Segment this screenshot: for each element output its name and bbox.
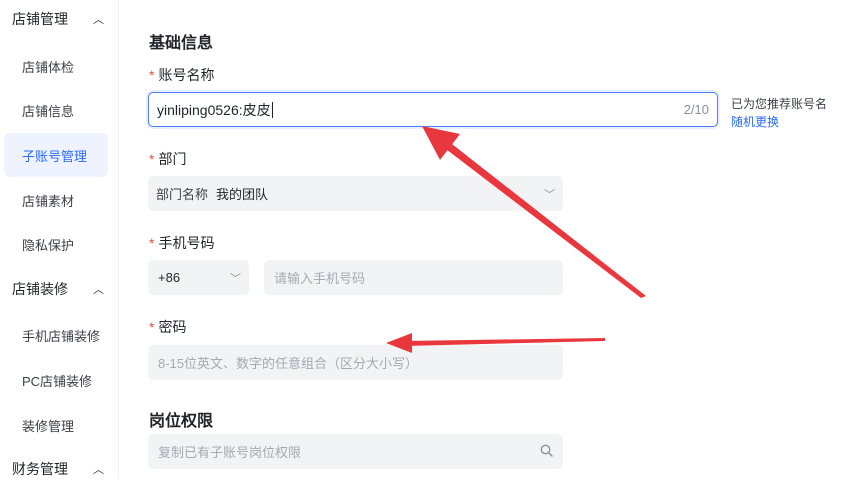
sidebar-item-store-checkup[interactable]: 店铺体检 xyxy=(4,44,108,88)
section-title-permissions: 岗位权限 xyxy=(149,413,214,430)
field-label-password: * 密码 xyxy=(149,317,186,337)
chevron-down-icon: ﹀ xyxy=(230,272,241,285)
suggest-hint: 已为您推荐账号名 xyxy=(731,97,828,111)
sidebar-item-label: 子账号管理 xyxy=(22,148,88,164)
select-value: 我的团队 xyxy=(216,187,269,202)
sidebar-item-label: 店铺信息 xyxy=(22,103,75,119)
chevron-up-icon: ︿ xyxy=(93,464,104,476)
sidebar-item-mobile-decoration[interactable]: 手机店铺装修 xyxy=(4,313,108,357)
random-change-link[interactable]: 随机更换 xyxy=(731,113,779,130)
required-star: * xyxy=(149,67,155,83)
sidebar-group-store-decoration[interactable]: 店铺装修 ︿ xyxy=(12,277,112,301)
text-caret xyxy=(271,101,273,118)
permission-search-placeholder: 复制已有子账号岗位权限 xyxy=(158,445,302,460)
field-label-department: * 部门 xyxy=(149,149,186,169)
section-title-basic-info: 基础信息 xyxy=(149,35,214,52)
sidebar-item-label: 店铺素材 xyxy=(22,193,75,209)
permission-search-input[interactable]: 复制已有子账号岗位权限 xyxy=(148,434,563,469)
sidebar-group-label: 店铺管理 xyxy=(12,11,68,27)
select-prefix: 部门名称 xyxy=(156,187,209,202)
sidebar-item-privacy[interactable]: 隐私保护 xyxy=(4,222,108,266)
label-text: 部门 xyxy=(158,151,187,167)
phone-placeholder: 请输入手机号码 xyxy=(274,271,366,286)
char-counter: 2/10 xyxy=(683,102,709,117)
required-star: * xyxy=(149,319,155,335)
annotation-arrows xyxy=(386,126,646,353)
sidebar-item-store-assets[interactable]: 店铺素材 xyxy=(4,178,108,222)
password-input[interactable]: 8-15位英文、数字的任意组合（区分大小写） xyxy=(148,345,563,380)
account-name-value: yinliping0526:皮皮 xyxy=(157,101,271,118)
department-select[interactable]: 部门名称 我的团队 ﹀ xyxy=(148,176,563,211)
label-text: 手机号码 xyxy=(158,235,215,251)
sidebar-item-pc-decoration[interactable]: PC店铺装修 xyxy=(4,358,108,402)
chevron-up-icon: ︿ xyxy=(93,284,104,296)
sidebar-item-label: 手机店铺装修 xyxy=(22,328,101,344)
sidebar-group-store-management[interactable]: 店铺管理 ︿ xyxy=(12,7,112,31)
field-label-account-name: * 账号名称 xyxy=(149,65,214,85)
sidebar-item-label: 装修管理 xyxy=(22,418,75,434)
sidebar-item-decoration-management[interactable]: 装修管理 xyxy=(4,403,108,447)
field-label-phone: * 手机号码 xyxy=(149,233,214,253)
phone-input[interactable]: 请输入手机号码 xyxy=(264,260,563,295)
sidebar-item-label: 隐私保护 xyxy=(22,237,75,253)
sidebar-item-label: 店铺体检 xyxy=(22,59,75,75)
label-text: 密码 xyxy=(158,319,187,335)
sidebar-item-store-info[interactable]: 店铺信息 xyxy=(4,88,108,132)
country-code-select[interactable]: +86 ﹀ xyxy=(148,260,249,295)
search-icon[interactable] xyxy=(540,444,553,460)
sidebar-item-sub-accounts[interactable]: 子账号管理 xyxy=(4,133,108,177)
country-code-value: +86 xyxy=(158,270,181,285)
label-text: 账号名称 xyxy=(158,67,215,83)
required-star: * xyxy=(149,151,155,167)
account-name-input[interactable]: yinliping0526:皮皮 2/10 xyxy=(148,92,718,127)
sidebar: 店铺管理 ︿ 店铺体检 店铺信息 子账号管理 店铺素材 隐私保护 店铺装修 ︿ … xyxy=(0,0,119,479)
chevron-down-icon: ﹀ xyxy=(544,188,555,201)
chevron-up-icon: ︿ xyxy=(93,14,104,26)
password-placeholder: 8-15位英文、数字的任意组合（区分大小写） xyxy=(158,356,419,371)
sidebar-group-label: 财务管理 xyxy=(12,461,68,477)
sidebar-group-label: 店铺装修 xyxy=(12,281,68,297)
sidebar-group-finance[interactable]: 财务管理 ︿ xyxy=(12,457,112,481)
sidebar-item-label: PC店铺装修 xyxy=(22,373,93,389)
required-star: * xyxy=(149,235,155,251)
